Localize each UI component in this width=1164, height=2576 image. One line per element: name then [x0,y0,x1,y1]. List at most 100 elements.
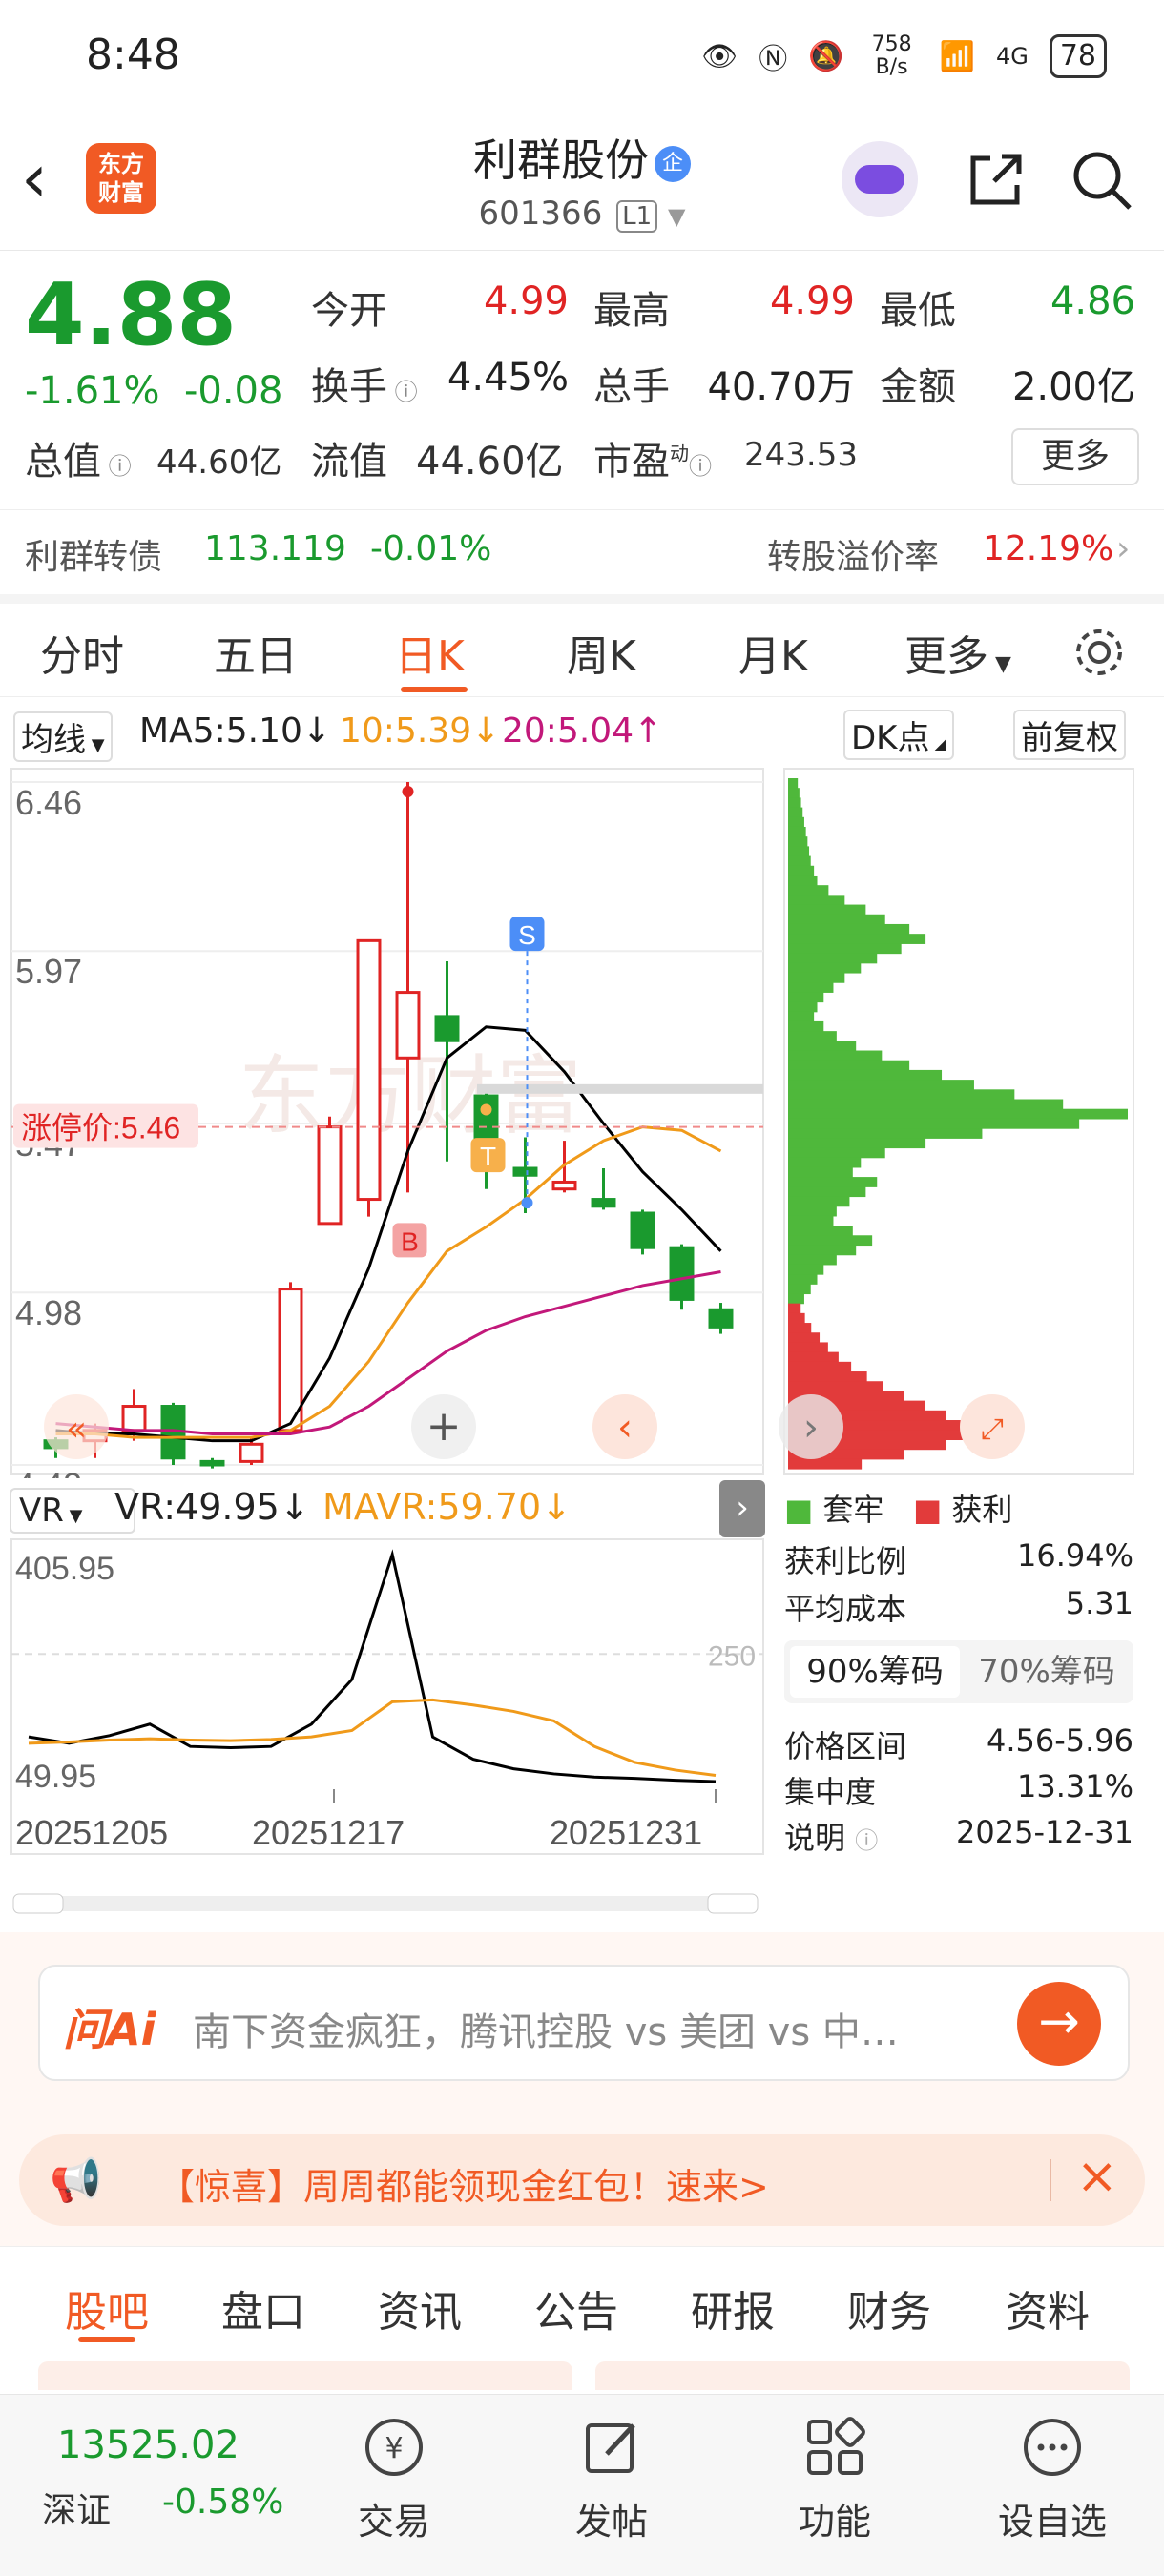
concentration-value: 13.31% [1016,1768,1133,1804]
vr-value: VR:49.95↓ [114,1486,310,1528]
chip-bar-trapped [788,807,803,818]
convertible-bond-row[interactable]: 利群转债 113.119 -0.01% 转股溢价率 12.19% › [0,509,1164,604]
tab-intraday[interactable]: 分时 [40,622,124,683]
close-icon[interactable]: × [1076,2148,1118,2205]
tab-forum[interactable]: 股吧 [65,2277,149,2339]
chip-bar-profit [788,1371,867,1382]
chip-bar-trapped [788,1118,1080,1129]
more-quote-button[interactable]: 更多 [1011,428,1139,485]
low-label: 最低 [880,289,956,333]
header: ‹ 东方 财富 利群股份企 601366 L1 ▼ [0,114,1164,248]
chart-scrollbar[interactable] [13,1896,758,1911]
price-tick-label: 4.98 [15,1293,82,1332]
chip-bar-trapped [788,788,800,798]
change-pct: -1.61% [25,369,160,413]
candle-body [395,991,421,1060]
chip-bar-trapped [788,923,910,935]
candle-body [669,1246,695,1301]
ask-submit-button[interactable]: → [1017,1982,1101,2066]
chip-bar-trapped [788,962,862,974]
chip-bar-trapped [788,1284,811,1295]
tab-chip-70[interactable]: 70%筹码 [966,1646,1128,1698]
low-value: 4.86 [1050,279,1135,323]
ma-selector[interactable]: 均线 ▼ [13,711,113,762]
tab-chip-90[interactable]: 90%筹码 [790,1646,960,1698]
trade-marker-label: B [401,1226,419,1256]
active-tab-indicator [78,2337,135,2342]
chip-bar-trapped [788,1293,804,1305]
chip-bar-trapped [788,1177,878,1187]
dk-point-selector[interactable]: DK点 ◢ [843,710,954,760]
tab-research[interactable]: 研报 [691,2277,775,2339]
tab-five-day[interactable]: 五日 [214,622,298,683]
date-tick-label: 20251231 [550,1813,702,1852]
limit-up-label: 涨停价:5.46 [21,1111,180,1145]
ask-ai-box[interactable]: 问Ai 南下资金疯狂，腾讯控股 vs 美团 vs 中… → [38,1965,1130,2081]
status-icons: 👁 Ⓝ 🔕 758 B/s 📶 4G 78 [701,32,1107,80]
chip-bar-trapped [788,1080,974,1090]
candle-body [551,1180,577,1191]
candle-body [317,1125,343,1226]
amount-value: 2.00亿 [1011,365,1135,409]
tab-more[interactable]: 更多 ▼ [904,622,1011,683]
tab-orderbook[interactable]: 盘口 [221,2277,305,2339]
chip-bar-profit [788,1312,805,1324]
tab-news[interactable]: 资讯 [378,2277,462,2339]
adjust-selector[interactable]: 前复权 [1013,710,1126,760]
price-tick-label: 6.46 [15,783,82,822]
chip-bar-trapped [788,953,878,964]
trade-marker-label: S [518,920,536,950]
chip-bar-profit [788,1361,852,1372]
chip-bar-trapped [788,1226,853,1236]
chip-bar-trapped [788,1001,818,1013]
chip-bar-trapped [788,914,885,925]
chevron-right-icon: › [1116,529,1131,568]
eye-icon: 👁 [701,39,738,73]
trade-marker-label: T [480,1142,496,1171]
gear-icon[interactable] [1070,624,1128,681]
search-icon[interactable] [1069,147,1135,214]
chip-bar-trapped [788,1069,943,1081]
share-icon[interactable] [962,147,1029,214]
nav-add-watchlist[interactable]: 设自选 [990,2414,1114,2545]
premium-value: 12.19% [983,529,1114,568]
nav-functions[interactable]: 功能 [773,2414,897,2545]
buy-dot [480,1103,492,1116]
tab-financials[interactable]: 财务 [847,2277,931,2339]
promo-banner[interactable]: 📢 【惊喜】周周都能领现金红包！速来> × [19,2134,1145,2226]
chip-legend: ■ 套牢 ■ 获利 [784,1492,1013,1528]
legend-trapped: 套牢 [822,1492,884,1528]
note-label[interactable]: 说明 ⓘ [784,1814,878,1858]
chip-bar-trapped [788,797,801,809]
tab-weekly-k[interactable]: 周K [567,622,636,683]
tab-monthly-k[interactable]: 月K [738,622,808,683]
bottom-nav: 13525.02 深证 -0.58% ¥ 交易 发帖 功能 设自选 [0,2394,1164,2576]
level-tag: L1 [616,200,658,233]
vr-tick-label: 49.95 [15,1759,96,1795]
scroll-handle-left[interactable] [12,1893,64,1914]
price-range-value: 4.56-5.96 [986,1722,1133,1759]
candle-body [630,1211,655,1249]
chip-bar-trapped [788,1099,1064,1110]
tab-announcements[interactable]: 公告 [534,2277,618,2339]
chip-bar-trapped [788,1157,862,1168]
chevron-right-icon: › [736,1489,749,1527]
mute-icon: 🔕 [808,39,844,73]
index-change: -0.58% [162,2483,284,2522]
vr-tick-label: 405.95 [15,1551,114,1587]
nav-trade[interactable]: ¥ 交易 [332,2414,456,2545]
scroll-handle-right[interactable] [707,1893,759,1914]
nav-post[interactable]: 发帖 [550,2414,674,2545]
tab-profile[interactable]: 资料 [1006,2277,1090,2339]
last-price: 4.88 [25,265,238,365]
vr-reference-label: 250 [708,1640,756,1672]
ma10-value: 10:5.39↓ [340,711,501,751]
net-speed: 758 B/s [871,32,912,79]
chip-bar-trapped [788,1031,837,1041]
tab-daily-k[interactable]: 日K [395,622,465,683]
avg-cost-value: 5.31 [1065,1585,1133,1621]
assistant-avatar[interactable] [842,141,918,217]
battery-icon: 78 [1049,34,1107,78]
index-value[interactable]: 13525.02 [57,2423,239,2467]
chip-bar-trapped [788,1166,853,1178]
